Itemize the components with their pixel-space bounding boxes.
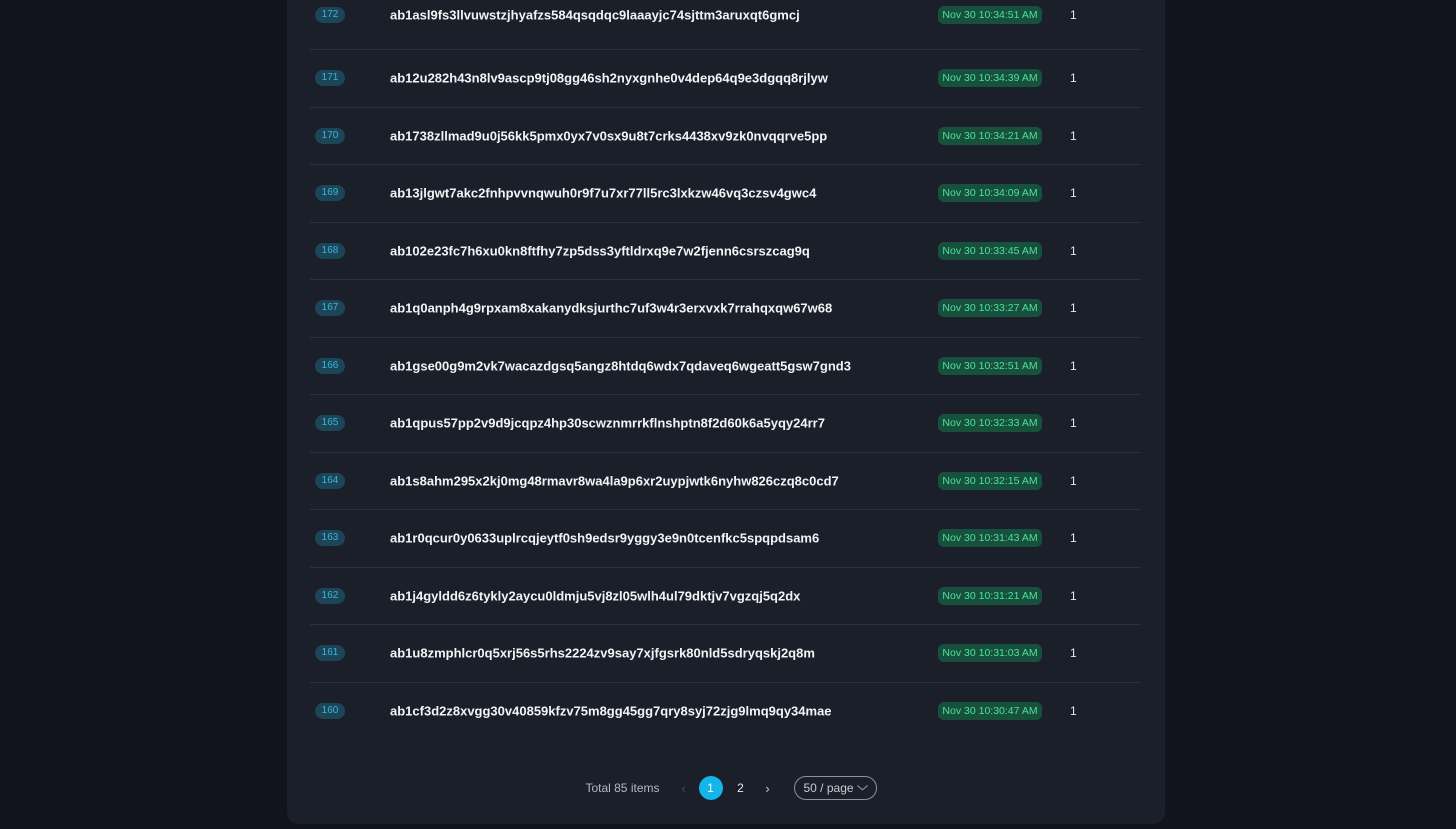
block-tx-count: 1 (1070, 7, 1077, 22)
block-time-badge: Nov 30 10:32:33 AM (938, 414, 1042, 433)
block-tx-count: 1 (1070, 186, 1077, 201)
block-height-badge[interactable]: 171 (315, 70, 345, 87)
block-height-badge[interactable]: 160 (315, 703, 345, 720)
block-time-badge: Nov 30 10:32:51 AM (938, 356, 1042, 375)
pagination: Total 85 items ‹ 1 2 › 50 / page (287, 776, 1165, 800)
block-hash[interactable]: ab13jlgwt7akc2fnhpvvnqwuh0r9f7u7xr77ll5r… (390, 186, 816, 201)
block-time-badge: Nov 30 10:31:03 AM (938, 644, 1042, 663)
block-tx-count: 1 (1070, 128, 1077, 143)
block-hash[interactable]: ab1q0anph4g9rpxam8xakanydksjurthc7uf3w4r… (390, 301, 832, 316)
block-tx-count: 1 (1070, 243, 1077, 258)
table-row[interactable]: 172 ab1asl9fs3llvuwstzjhyafzs584qsqdqc9la… (310, 0, 1141, 50)
block-hash[interactable]: ab1s8ahm295x2kj0mg48rmavr8wa4la9p6xr2uyp… (390, 473, 839, 488)
block-height-badge[interactable]: 172 (315, 6, 345, 23)
block-height-badge[interactable]: 170 (315, 127, 345, 144)
block-tx-count: 1 (1070, 646, 1077, 661)
table-row[interactable]: 171 ab12u282h43n8lv9ascp9tj08gg46sh2nyxgn… (310, 50, 1141, 108)
block-tx-count: 1 (1070, 473, 1077, 488)
chevron-down-icon (856, 783, 868, 793)
table-row[interactable]: 163 ab1r0qcur0y0633uplrcqjeytf0sh9edsr9yg… (310, 510, 1141, 568)
table-row[interactable]: 167 ab1q0anph4g9rpxam8xakanydksjurthc7uf3… (310, 280, 1141, 338)
table-row[interactable]: 164 ab1s8ahm295x2kj0mg48rmavr8wa4la9p6xr2… (310, 453, 1141, 510)
table-row[interactable]: 168 ab102e23fc7h6xu0kn8ftfhy7zp5dss3yftld… (310, 223, 1141, 280)
block-hash[interactable]: ab1r0qcur0y0633uplrcqjeytf0sh9edsr9yggy3… (390, 531, 819, 546)
block-tx-count: 1 (1070, 588, 1077, 603)
block-time-badge: Nov 30 10:32:15 AM (938, 471, 1042, 490)
block-height-badge[interactable]: 165 (315, 415, 345, 432)
block-height-badge[interactable]: 161 (315, 645, 345, 662)
table-row[interactable]: 169 ab13jlgwt7akc2fnhpvvnqwuh0r9f7u7xr77l… (310, 165, 1141, 223)
block-tx-count: 1 (1070, 71, 1077, 86)
block-height-badge[interactable]: 169 (315, 185, 345, 202)
total-items-label: Total 85 items (585, 781, 660, 795)
block-tx-count: 1 (1070, 358, 1077, 373)
block-hash[interactable]: ab1u8zmphlcr0q5xrj56s5rhs2224zv9say7xjfg… (390, 646, 815, 661)
block-height-badge[interactable]: 168 (315, 242, 345, 259)
block-hash[interactable]: ab1asl9fs3llvuwstzjhyafzs584qsqdqc9laaay… (390, 7, 800, 22)
block-hash[interactable]: ab102e23fc7h6xu0kn8ftfhy7zp5dss3yftldrxq… (390, 243, 810, 258)
block-hash[interactable]: ab12u282h43n8lv9ascp9tj08gg46sh2nyxgnhe0… (390, 71, 828, 86)
block-time-badge: Nov 30 10:34:51 AM (938, 5, 1042, 24)
block-height-badge[interactable]: 163 (315, 530, 345, 547)
block-time-badge: Nov 30 10:34:09 AM (938, 184, 1042, 203)
block-height-badge[interactable]: 162 (315, 587, 345, 604)
table-row[interactable]: 160 ab1cf3d2z8xvgg30v40859kfzv75m8gg45gg7… (310, 683, 1141, 741)
table-row[interactable]: 170 ab1738zllmad9u0j56kk5pmx0yx7v0sx9u8t7… (310, 108, 1141, 165)
blocks-table: 172 ab1asl9fs3llvuwstzjhyafzs584qsqdqc9la… (310, 0, 1141, 740)
table-row[interactable]: 165 ab1qpus57pp2v9d9jcqpz4hp30scwznmrrkfl… (310, 395, 1141, 453)
next-page-button[interactable]: › (756, 781, 780, 796)
page-1-button[interactable]: 1 (698, 776, 723, 800)
block-height-badge[interactable]: 164 (315, 472, 345, 489)
page-2-button[interactable]: 2 (729, 776, 753, 800)
page-size-select[interactable]: 50 / page (793, 776, 877, 800)
block-tx-count: 1 (1070, 531, 1077, 546)
table-row[interactable]: 161 ab1u8zmphlcr0q5xrj56s5rhs2224zv9say7x… (310, 625, 1141, 683)
block-tx-count: 1 (1070, 704, 1077, 719)
block-height-badge[interactable]: 166 (315, 357, 345, 374)
block-hash[interactable]: ab1738zllmad9u0j56kk5pmx0yx7v0sx9u8t7crk… (390, 128, 827, 143)
block-hash[interactable]: ab1j4gyldd6z6tykly2aycu0ldmju5vj8zl05wlh… (390, 588, 800, 603)
prev-page-button[interactable]: ‹ (672, 781, 696, 796)
block-time-badge: Nov 30 10:34:39 AM (938, 69, 1042, 88)
blocks-panel: 172 ab1asl9fs3llvuwstzjhyafzs584qsqdqc9la… (287, 0, 1165, 824)
block-time-badge: Nov 30 10:31:21 AM (938, 586, 1042, 605)
block-time-badge: Nov 30 10:33:27 AM (938, 299, 1042, 318)
block-hash[interactable]: ab1qpus57pp2v9d9jcqpz4hp30scwznmrrkflnsh… (390, 416, 825, 431)
page-size-label: 50 / page (803, 781, 854, 795)
table-row[interactable]: 166 ab1gse00g9m2vk7wacazdgsq5angz8htdq6wd… (310, 338, 1141, 395)
block-tx-count: 1 (1070, 301, 1077, 316)
table-row[interactable]: 162 ab1j4gyldd6z6tykly2aycu0ldmju5vj8zl05… (310, 568, 1141, 625)
block-height-badge[interactable]: 167 (315, 300, 345, 317)
block-hash[interactable]: ab1gse00g9m2vk7wacazdgsq5angz8htdq6wdx7q… (390, 358, 851, 373)
block-time-badge: Nov 30 10:33:45 AM (938, 241, 1042, 260)
block-hash[interactable]: ab1cf3d2z8xvgg30v40859kfzv75m8gg45gg7qry… (390, 704, 832, 719)
block-time-badge: Nov 30 10:34:21 AM (938, 126, 1042, 145)
block-time-badge: Nov 30 10:30:47 AM (938, 702, 1042, 721)
block-tx-count: 1 (1070, 416, 1077, 431)
block-time-badge: Nov 30 10:31:43 AM (938, 529, 1042, 548)
